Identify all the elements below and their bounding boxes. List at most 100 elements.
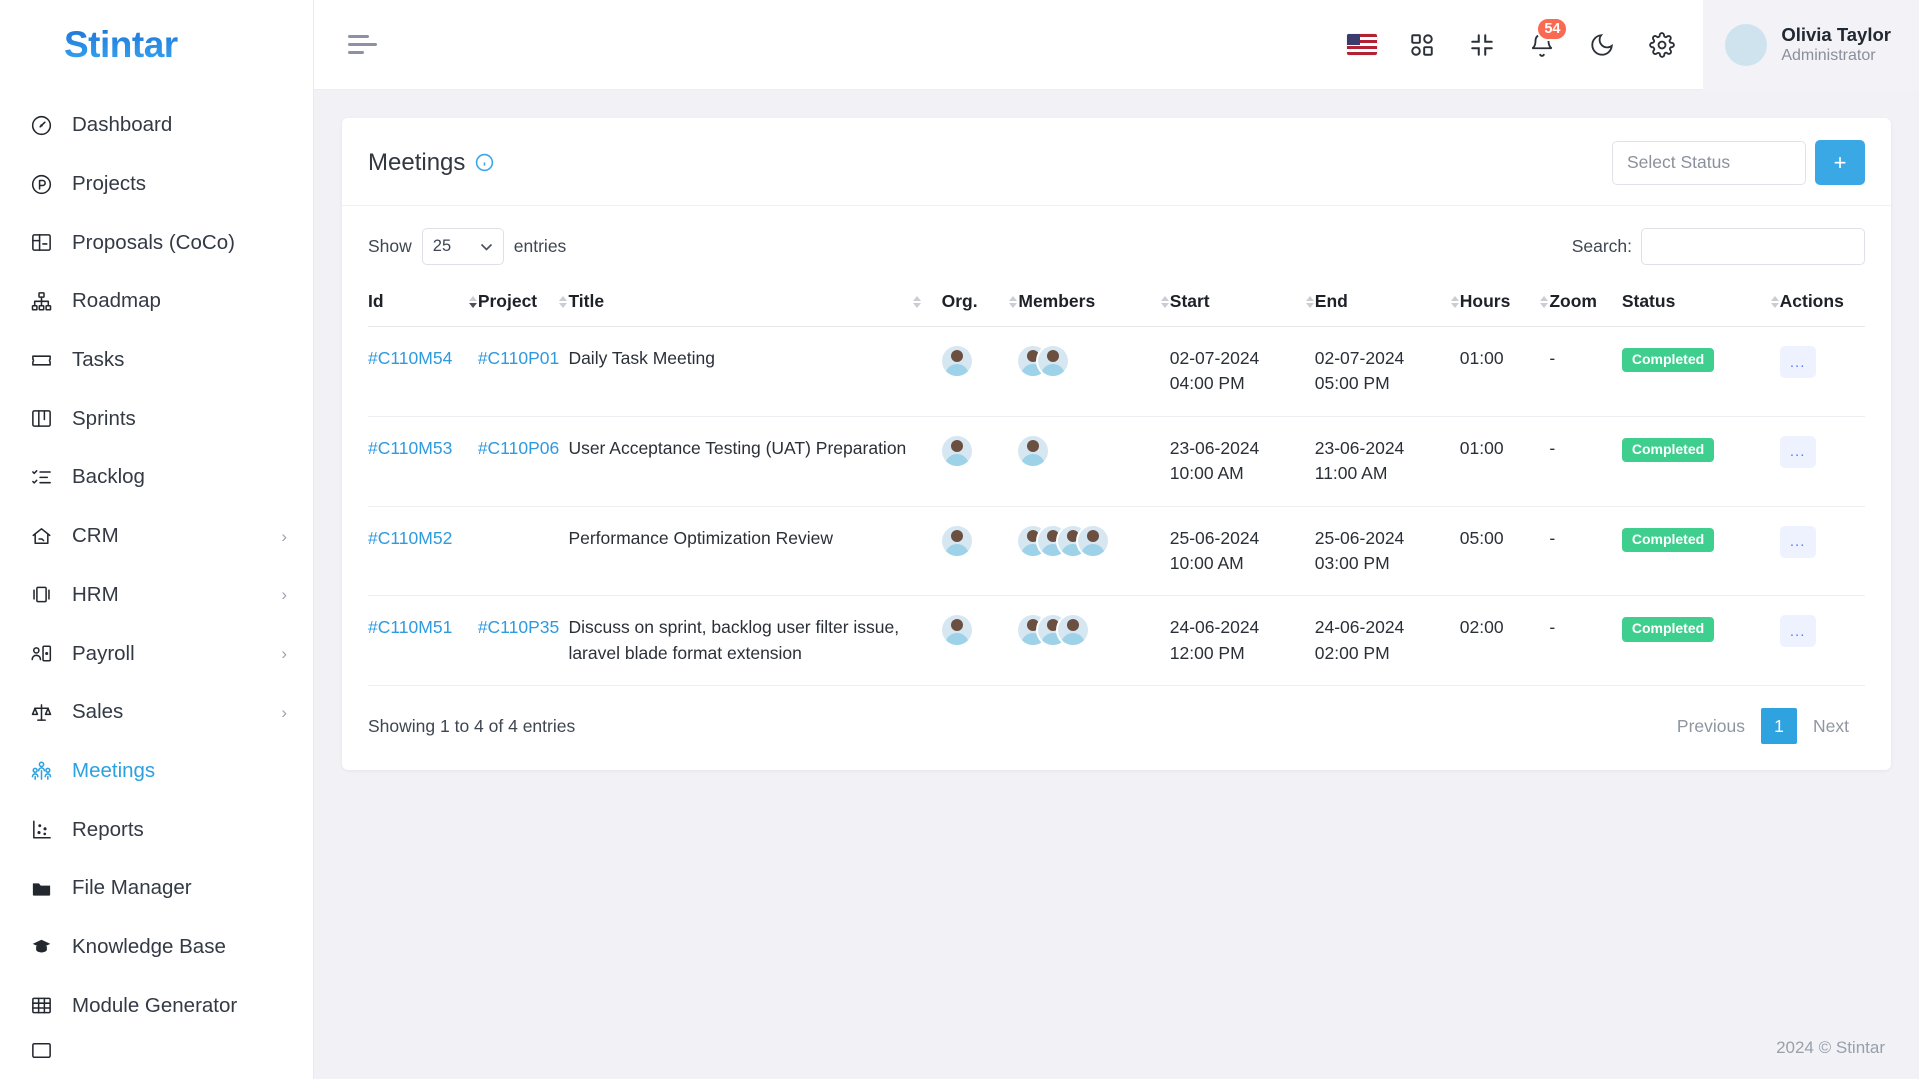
cell-members bbox=[1018, 416, 1170, 507]
header-inner: Title bbox=[568, 291, 921, 312]
sidebar-item-proposals-coco[interactable]: Proposals (CoCo) bbox=[0, 213, 313, 272]
member-avatar-group bbox=[1018, 525, 1169, 556]
gear-icon[interactable] bbox=[1647, 30, 1677, 60]
cell-start-date: 25-06-2024 bbox=[1169, 527, 1260, 548]
user-profile-menu[interactable]: Olivia Taylor Administrator bbox=[1703, 0, 1919, 90]
brand-logo[interactable]: Stintar bbox=[0, 0, 313, 90]
pagination-next[interactable]: Next bbox=[1797, 708, 1865, 744]
sort-arrows-icon[interactable] bbox=[1305, 295, 1315, 308]
avatar-body bbox=[944, 364, 969, 376]
sidebar-item-sprints[interactable]: Sprints bbox=[0, 389, 313, 448]
sidebar-item-meetings[interactable]: Meetings bbox=[0, 742, 313, 801]
moon-icon[interactable] bbox=[1587, 30, 1617, 60]
table-header-label: Actions bbox=[1779, 291, 1844, 311]
cell-actions: ... bbox=[1779, 506, 1865, 597]
cell-end-date: 24-06-2024 bbox=[1314, 617, 1405, 638]
avatar-head bbox=[950, 529, 963, 542]
table-header-start[interactable]: Start bbox=[1169, 279, 1315, 327]
sort-arrows-icon[interactable] bbox=[912, 295, 922, 308]
sidebar-item-knowledge-base[interactable]: Knowledge Base bbox=[0, 918, 313, 977]
app-root: Stintar Dashboard Projects Proposals (CoCo… bbox=[0, 0, 1919, 1079]
add-meeting-button[interactable]: + bbox=[1815, 140, 1865, 185]
meeting-id-link[interactable]: #C110M51 bbox=[368, 617, 452, 637]
cell-end: 24-06-2024 02:00 PM bbox=[1314, 595, 1460, 686]
sort-arrows-icon[interactable] bbox=[1770, 295, 1780, 308]
pagination-previous[interactable]: Previous bbox=[1661, 708, 1761, 744]
status-badge: Completed bbox=[1621, 437, 1715, 463]
sort-arrows-icon[interactable] bbox=[1540, 295, 1549, 308]
page-length-select[interactable]: 25 bbox=[421, 228, 504, 265]
pagination-page-1[interactable]: 1 bbox=[1761, 708, 1798, 744]
project-id-link[interactable]: #C110P06 bbox=[478, 438, 559, 458]
table-header-members[interactable]: Members bbox=[1018, 279, 1170, 327]
sidebar-item-label: HRM bbox=[72, 582, 119, 606]
table-header-actions: Actions bbox=[1779, 279, 1865, 327]
cell-actions: ... bbox=[1779, 416, 1865, 507]
sort-arrows-icon[interactable] bbox=[1450, 295, 1460, 308]
pagination: Previous 1 Next bbox=[1661, 708, 1865, 744]
info-circle-icon[interactable] bbox=[475, 153, 494, 172]
table-footer: Showing 1 to 4 of 4 entries Previous 1 N… bbox=[368, 686, 1865, 770]
apps-grid-icon[interactable] bbox=[1407, 30, 1437, 60]
avatar-head bbox=[950, 439, 963, 452]
sidebar-item-sales[interactable]: Sales › bbox=[0, 683, 313, 742]
id-card-icon bbox=[28, 582, 54, 608]
sidebar-item-projects[interactable]: Projects bbox=[0, 155, 313, 214]
bell-icon[interactable]: 54 bbox=[1527, 16, 1569, 60]
content-area: Meetings Select Status + Show 25 entries… bbox=[314, 90, 1919, 1017]
sidebar-item-hrm[interactable]: HRM › bbox=[0, 566, 313, 625]
row-actions-button[interactable]: ... bbox=[1779, 346, 1816, 378]
compress-icon[interactable] bbox=[1467, 30, 1497, 60]
table-header-project[interactable]: Project bbox=[477, 279, 569, 327]
member-avatar-group bbox=[1018, 346, 1169, 376]
scales-icon bbox=[28, 699, 54, 725]
cell-start-time: 10:00 AM bbox=[1169, 552, 1244, 573]
cell-start: 24-06-2024 12:00 PM bbox=[1169, 595, 1315, 686]
status-badge: Completed bbox=[1621, 617, 1715, 642]
sidebar-item-roadmap[interactable]: Roadmap bbox=[0, 272, 313, 331]
project-id-link[interactable]: #C110P01 bbox=[478, 348, 559, 368]
table-header-end[interactable]: End bbox=[1314, 279, 1460, 327]
table-header-hours[interactable]: Hours bbox=[1459, 279, 1550, 327]
sidebar-item-tasks[interactable]: Tasks bbox=[0, 331, 313, 390]
sidebar-item-dashboard[interactable]: Dashboard bbox=[0, 96, 313, 155]
header-inner: Zoom bbox=[1549, 291, 1622, 312]
sort-arrows-icon[interactable] bbox=[468, 295, 478, 308]
sidebar-item-crm[interactable]: CRM › bbox=[0, 507, 313, 566]
row-actions-button[interactable]: ... bbox=[1779, 615, 1816, 648]
cell-end: 23-06-2024 11:00 AM bbox=[1314, 416, 1460, 507]
sidebar-item-module-generator[interactable]: Module Generator bbox=[0, 976, 313, 1035]
status-filter-select[interactable]: Select Status bbox=[1612, 140, 1806, 185]
row-actions-button[interactable]: ... bbox=[1779, 435, 1816, 468]
cell-end: 02-07-2024 05:00 PM bbox=[1314, 326, 1460, 417]
cell-zoom: - bbox=[1549, 416, 1622, 507]
sidebar-item-backlog[interactable]: Backlog bbox=[0, 448, 313, 507]
sidebar-item-reports[interactable]: Reports bbox=[0, 800, 313, 859]
row-actions-button[interactable]: ... bbox=[1779, 525, 1816, 558]
table-header-title[interactable]: Title bbox=[568, 279, 942, 327]
hamburger-icon[interactable] bbox=[348, 32, 382, 58]
sort-arrows-icon[interactable] bbox=[1160, 295, 1170, 308]
user-name: Olivia Taylor bbox=[1781, 23, 1891, 45]
header-inner: Id bbox=[368, 291, 478, 312]
cell-start-time: 12:00 PM bbox=[1169, 642, 1245, 663]
project-id-link[interactable]: #C110P35 bbox=[478, 617, 559, 637]
cell-org bbox=[941, 326, 1019, 417]
table-header-org[interactable]: Org. bbox=[941, 279, 1019, 327]
meeting-id-link[interactable]: #C110M52 bbox=[368, 528, 452, 548]
search-label: Search: bbox=[1571, 236, 1632, 256]
meeting-id-link[interactable]: #C110M53 bbox=[368, 438, 452, 458]
sidebar-item-label: Proposals (CoCo) bbox=[72, 230, 235, 254]
table-header-status[interactable]: Status bbox=[1621, 279, 1780, 327]
table-controls: Show 25 entries Search: bbox=[368, 228, 1865, 279]
us-flag-icon[interactable] bbox=[1347, 30, 1378, 60]
sidebar-item-partial[interactable] bbox=[0, 1035, 313, 1065]
sidebar-item-file-manager[interactable]: File Manager bbox=[0, 859, 313, 918]
meeting-id-link[interactable]: #C110M54 bbox=[368, 348, 452, 368]
sort-arrows-icon[interactable] bbox=[559, 295, 568, 308]
sort-arrows-icon[interactable] bbox=[1009, 295, 1018, 308]
search-input[interactable] bbox=[1641, 228, 1865, 265]
sidebar-item-payroll[interactable]: Payroll › bbox=[0, 624, 313, 683]
cell-project: #C110P01 bbox=[477, 326, 569, 417]
table-header-id[interactable]: Id bbox=[368, 279, 478, 327]
